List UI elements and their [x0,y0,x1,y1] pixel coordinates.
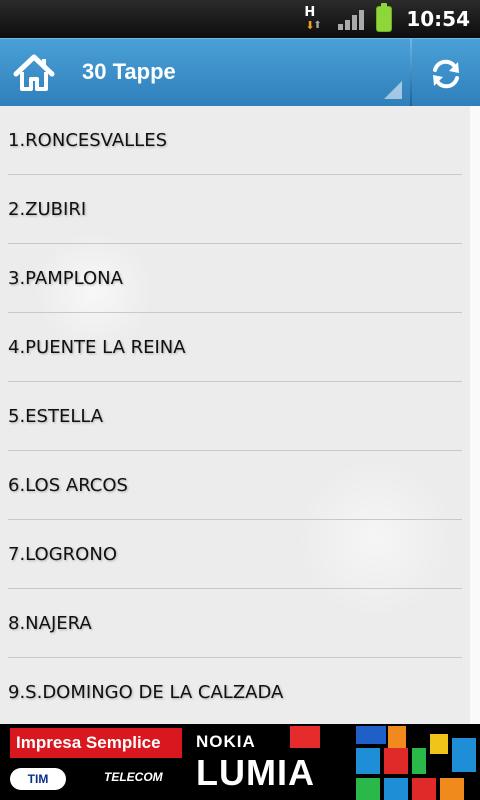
action-bar-divider [410,39,412,107]
ad-banner[interactable]: Impresa Semplice TIM TELECOM NOKIA LUMIA [0,724,480,800]
tim-logo: TIM [10,768,66,790]
list-item-2[interactable]: 2.ZUBIRI [0,175,470,244]
list-item-7[interactable]: 7.LOGRONO [0,520,470,589]
dropdown-indicator-icon[interactable] [384,81,402,99]
list-item-6[interactable]: 6.LOS ARCOS [0,451,470,520]
ad-brand: NOKIA [196,732,256,751]
telecom-logo: TELECOM [104,770,163,784]
list-item-5[interactable]: 5.ESTELLA [0,382,470,451]
list-scroll-edge [470,106,480,724]
home-icon [13,54,55,91]
battery-icon [376,3,393,32]
refresh-button[interactable] [428,56,464,92]
list-item-9[interactable]: 9.S.DOMINGO DE LA CALZADA [0,658,470,724]
ad-tile [384,748,408,774]
network-type-label: H [304,5,316,20]
ad-tile [440,778,464,800]
ad-headline: Impresa Semplice [10,728,182,758]
ad-tile [356,748,380,774]
ad-tile [430,734,448,754]
status-clock: 10:54 [406,7,470,31]
ad-tile [412,778,436,800]
ad-tile [290,726,320,748]
ad-tile [452,738,476,772]
list-item-3[interactable]: 3.PAMPLONA [0,244,470,313]
list-item-4[interactable]: 4.PUENTE LA REINA [0,313,470,382]
refresh-icon [433,59,459,89]
stages-list[interactable]: 1.RONCESVALLES 2.ZUBIRI 3.PAMPLONA 4.PUE… [0,106,470,724]
ad-tile [356,778,380,800]
ad-tile [388,726,406,748]
action-bar: 30 Tappe [0,38,480,107]
ad-tile [384,778,408,800]
screen-title[interactable]: 30 Tappe [82,59,176,85]
status-bar: H ⬇ ⬆ 10:54 [0,0,480,38]
list-item-8[interactable]: 8.NAJERA [0,589,470,658]
upload-arrow-icon: ⬆ [313,20,322,31]
ad-tile [412,748,426,774]
ad-product: LUMIA [196,752,315,793]
network-h-icon: H ⬇ ⬆ [302,4,328,34]
ad-tile [356,726,386,744]
home-button[interactable] [12,53,56,93]
signal-icon [338,8,365,30]
list-item-1[interactable]: 1.RONCESVALLES [0,106,470,175]
